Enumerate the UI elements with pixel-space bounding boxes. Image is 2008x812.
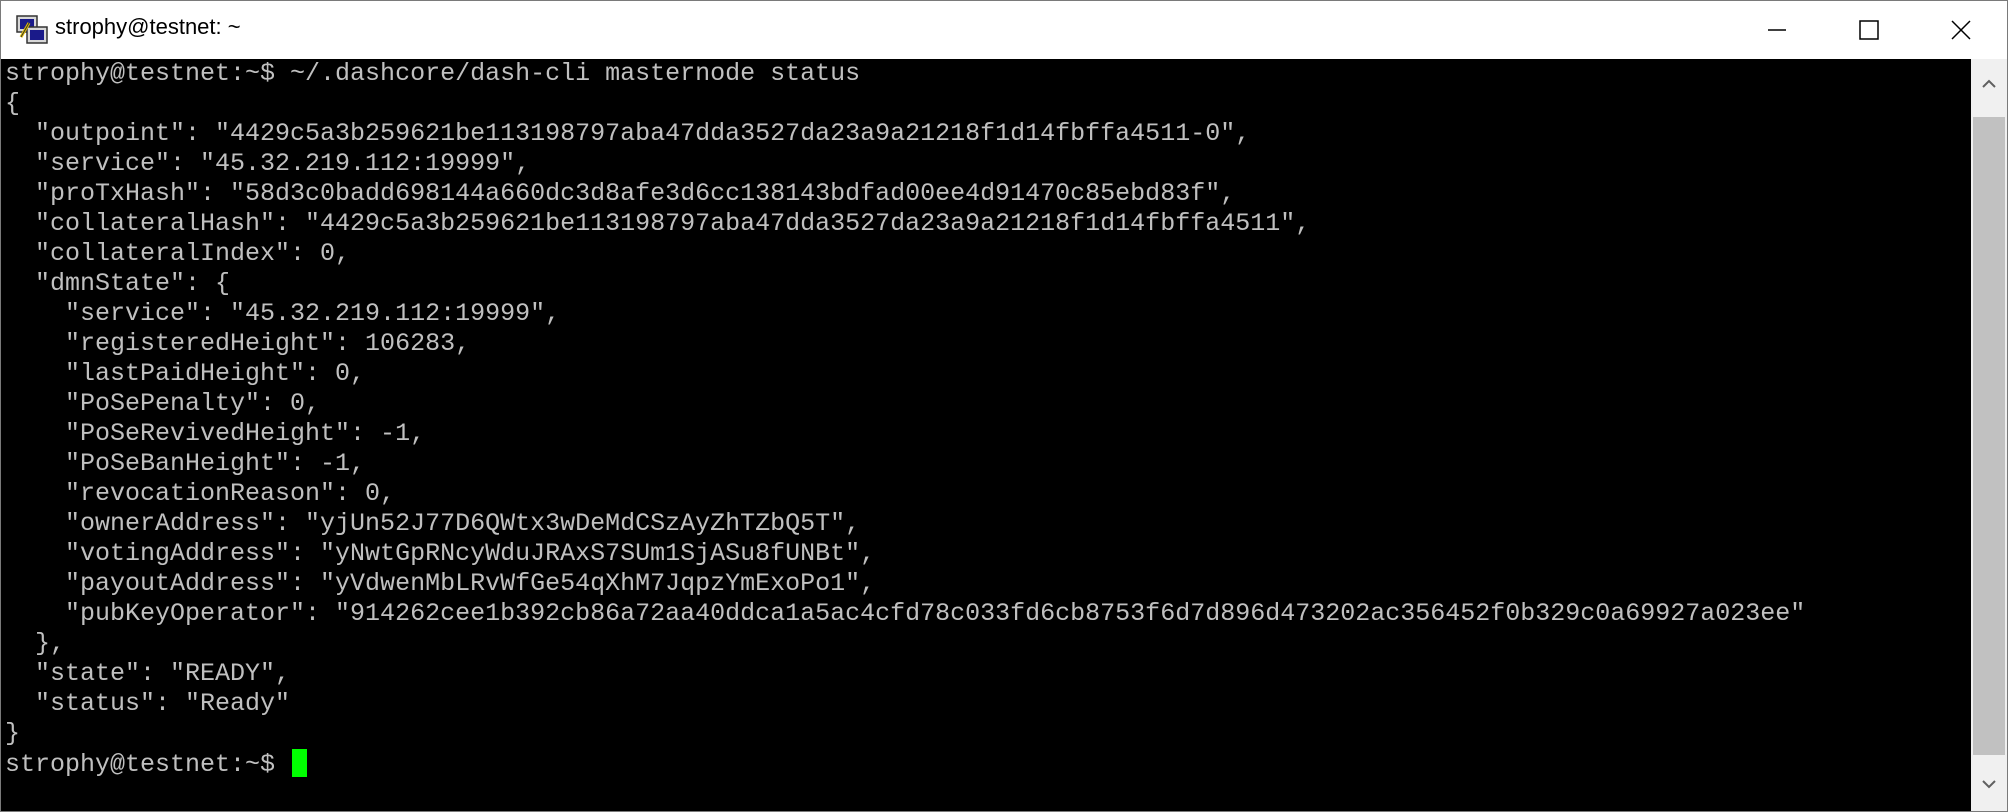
output-line: "revocationReason": 0, [5, 479, 396, 508]
terminal-output-area[interactable]: strophy@testnet:~$ ~/.dashcore/dash-cli … [1, 59, 1971, 811]
close-icon [1950, 19, 1972, 41]
output-line: "state": "READY", [5, 659, 291, 688]
output-line: "dmnState": { [5, 269, 231, 298]
command-output: { "outpoint": "4429c5a3b259621be11319879… [5, 89, 1971, 749]
output-line: "collateralHash": "4429c5a3b259621be1131… [5, 209, 1311, 238]
scroll-up-button[interactable] [1971, 59, 2007, 111]
output-line: "status": "Ready" [5, 689, 291, 718]
output-line: "payoutAddress": "yVdwenMbLRvWfGe54qXhM7… [5, 569, 876, 598]
output-line: "PoSeBanHeight": -1, [5, 449, 366, 478]
close-button[interactable] [1915, 1, 2007, 59]
output-line: "PoSePenalty": 0, [5, 389, 321, 418]
output-line: "proTxHash": "58d3c0badd698144a660dc3d8a… [5, 179, 1236, 208]
scrollbar-thumb[interactable] [1973, 117, 2005, 755]
output-line: }, [5, 629, 66, 658]
window-title: strophy@testnet: ~ [55, 14, 241, 39]
output-line: "service": "45.32.219.112:19999", [5, 149, 531, 178]
output-line: } [5, 719, 21, 748]
chevron-up-icon [1981, 76, 1997, 94]
output-line: "lastPaidHeight": 0, [5, 359, 366, 388]
minimize-icon [1766, 19, 1788, 41]
prompt: strophy@testnet:~$ [5, 59, 291, 88]
output-line: "votingAddress": "yNwtGpRNcyWduJRAxS7SUm… [5, 539, 876, 568]
command-text: ~/.dashcore/dash-cli masternode status [290, 59, 861, 88]
output-line: "registeredHeight": 106283, [5, 329, 471, 358]
minimize-button[interactable] [1731, 1, 1823, 59]
putty-terminal-icon[interactable] [15, 13, 49, 47]
scroll-down-button[interactable] [1971, 759, 2007, 811]
maximize-button[interactable] [1823, 1, 1915, 59]
output-line: "pubKeyOperator": "914262cee1b392cb86a72… [5, 599, 1806, 628]
output-line: "ownerAddress": "yjUn52J77D6QWtx3wDeMdCS… [5, 509, 861, 538]
output-line: "PoSeRevivedHeight": -1, [5, 419, 426, 448]
output-line: "collateralIndex": 0, [5, 239, 351, 268]
output-line: "outpoint": "4429c5a3b259621be113198797a… [5, 119, 1251, 148]
maximize-icon [1858, 19, 1880, 41]
final-prompt: strophy@testnet:~$ [5, 750, 291, 779]
chevron-down-icon [1981, 776, 1997, 794]
output-line: "service": "45.32.219.112:19999", [5, 299, 561, 328]
title-bar[interactable]: strophy@testnet: ~ [1, 1, 2007, 59]
vertical-scrollbar[interactable] [1971, 59, 2007, 811]
terminal-window: strophy@testnet: ~ strophy@testnet:~$ ~/… [0, 0, 2008, 812]
command-line: strophy@testnet:~$ ~/.dashcore/dash-cli … [5, 59, 1971, 89]
final-prompt-line[interactable]: strophy@testnet:~$ [5, 749, 1971, 779]
text-cursor [292, 749, 308, 777]
output-line: { [5, 89, 21, 118]
